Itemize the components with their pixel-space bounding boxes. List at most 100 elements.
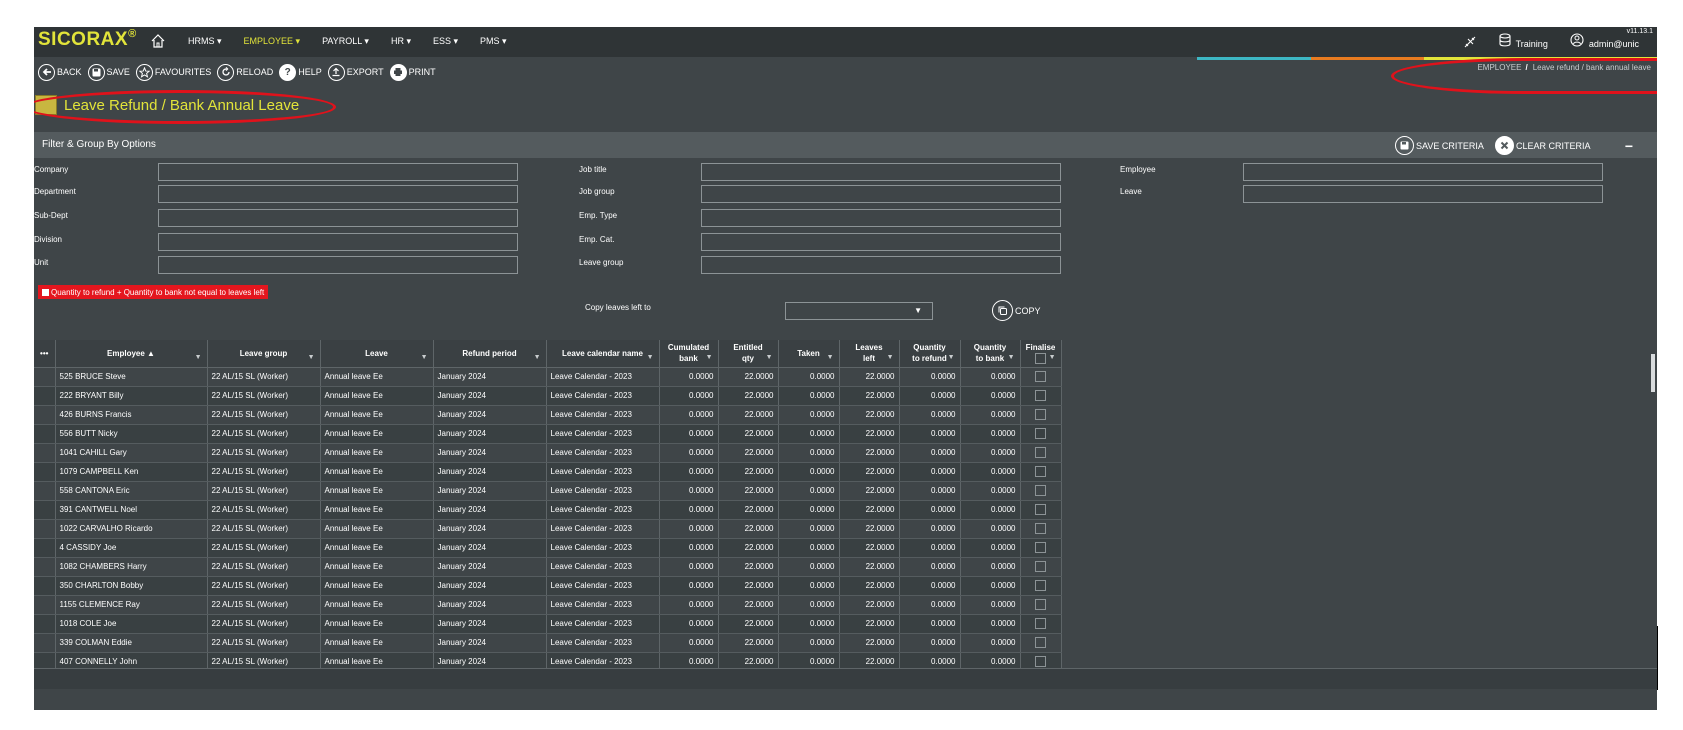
division-field[interactable] (158, 233, 518, 251)
column-header-8[interactable]: Leaves left ▼ (839, 340, 900, 368)
finalise-checkbox[interactable] (1035, 428, 1046, 439)
filter-icon[interactable]: ▼ (421, 352, 428, 363)
table-cell[interactable]: 0.0000 (899, 462, 961, 482)
table-row[interactable]: 525 BRUCE Steve 22 AL/15 SL (Worker) Annua… (34, 367, 1062, 387)
nav-item-0[interactable]: HRMS ▾ (188, 36, 222, 47)
row-handle[interactable] (34, 367, 56, 387)
user-menu[interactable]: admin@unic (1570, 33, 1639, 50)
table-cell[interactable]: 0.0000 (899, 443, 961, 463)
column-header-11[interactable]: Finalise ▼ (1020, 340, 1062, 368)
finalise-checkbox[interactable] (1035, 523, 1046, 534)
filter-icon[interactable]: ▼ (706, 352, 713, 363)
leave-field[interactable] (1243, 185, 1603, 203)
table-cell[interactable]: 0.0000 (960, 424, 1021, 444)
table-cell[interactable]: 0.0000 (960, 595, 1021, 615)
table-row[interactable]: 407 CONNELLY John 22 AL/15 SL (Worker) Ann… (34, 652, 1062, 668)
table-row[interactable]: 339 COLMAN Eddie 22 AL/15 SL (Worker) Annu… (34, 633, 1062, 653)
table-cell[interactable]: 0.0000 (899, 519, 961, 539)
row-handle[interactable] (34, 481, 56, 501)
finalise-checkbox[interactable] (1035, 599, 1046, 610)
job-group-field[interactable] (701, 185, 1061, 203)
nav-item-5[interactable]: PMS ▾ (480, 36, 507, 47)
app-logo[interactable]: SICORAX® (38, 28, 137, 51)
table-cell[interactable]: 0.0000 (960, 443, 1021, 463)
table-row[interactable]: 222 BRYANT Billy 22 AL/15 SL (Worker) Annu… (34, 386, 1062, 406)
row-handle[interactable] (34, 405, 56, 425)
finalise-checkbox[interactable] (1035, 466, 1046, 477)
column-header-1[interactable]: Leave group ▼ (207, 340, 321, 368)
column-header-9[interactable]: Quantity to refund ▼ (899, 340, 961, 368)
row-handle[interactable] (34, 424, 56, 444)
save-button[interactable]: SAVE (87, 63, 130, 81)
filter-icon[interactable]: ▼ (766, 352, 773, 363)
row-handle[interactable] (34, 557, 56, 577)
table-cell[interactable]: 0.0000 (960, 576, 1021, 596)
table-cell[interactable]: 0.0000 (899, 614, 961, 634)
emp-type-field[interactable] (701, 209, 1061, 227)
row-handle[interactable] (34, 595, 56, 615)
row-handle[interactable] (34, 519, 56, 539)
table-row[interactable]: 1082 CHAMBERS Harry 22 AL/15 SL (Worker) A… (34, 557, 1062, 577)
filter-icon[interactable]: ▼ (827, 352, 834, 363)
grid-menu-button[interactable]: ••• (34, 340, 56, 368)
filter-icon[interactable]: ▼ (887, 352, 894, 363)
table-cell[interactable]: 0.0000 (899, 595, 961, 615)
table-cell[interactable]: 0.0000 (899, 481, 961, 501)
mismatch-warning-filter[interactable]: Quantity to refund + Quantity to bank no… (38, 285, 269, 299)
table-cell[interactable]: 0.0000 (899, 386, 961, 406)
row-handle[interactable] (34, 443, 56, 463)
unit-field[interactable] (158, 256, 518, 274)
table-cell[interactable]: 0.0000 (960, 652, 1021, 668)
back-button[interactable]: BACK (38, 63, 82, 81)
row-handle[interactable] (34, 500, 56, 520)
table-cell[interactable]: 0.0000 (960, 462, 1021, 482)
company-field[interactable] (158, 163, 518, 181)
table-row[interactable]: 426 BURNS Francis 22 AL/15 SL (Worker) Ann… (34, 405, 1062, 425)
table-cell[interactable]: 0.0000 (899, 538, 961, 558)
table-cell[interactable]: 0.0000 (899, 633, 961, 653)
table-cell[interactable]: 0.0000 (960, 538, 1021, 558)
home-icon[interactable] (150, 33, 166, 52)
finalise-checkbox[interactable] (1035, 580, 1046, 591)
table-row[interactable]: 558 CANTONA Eric 22 AL/15 SL (Worker) Annu… (34, 481, 1062, 501)
finalise-checkbox[interactable] (1035, 656, 1046, 667)
table-cell[interactable]: 0.0000 (960, 386, 1021, 406)
nav-item-3[interactable]: HR ▾ (391, 36, 411, 47)
column-header-7[interactable]: Taken ▼ (778, 340, 840, 368)
column-header-3[interactable]: Refund period ▼ (433, 340, 547, 368)
table-cell[interactable]: 0.0000 (899, 424, 961, 444)
filter-icon[interactable]: ▼ (1008, 352, 1015, 363)
table-cell[interactable]: 0.0000 (899, 576, 961, 596)
column-header-0[interactable]: Employee ▲ ▼ (55, 340, 208, 368)
finalise-checkbox[interactable] (1035, 390, 1046, 401)
copy-button[interactable]: COPY (992, 300, 1041, 321)
help-button[interactable]: ? HELP (279, 63, 322, 81)
save-criteria-button[interactable]: SAVE CRITERIA (1395, 136, 1484, 155)
filter-icon[interactable]: ▼ (1049, 352, 1056, 363)
table-cell[interactable]: 0.0000 (899, 652, 961, 668)
table-cell[interactable]: 0.0000 (960, 557, 1021, 577)
finalise-checkbox[interactable] (1035, 447, 1046, 458)
table-cell[interactable]: 0.0000 (899, 557, 961, 577)
table-row[interactable]: 4 CASSIDY Joe 22 AL/15 SL (Worker) Annual … (34, 538, 1062, 558)
filter-icon[interactable]: ▼ (647, 352, 654, 363)
table-cell[interactable]: 0.0000 (899, 405, 961, 425)
finalise-checkbox[interactable] (1035, 409, 1046, 420)
row-handle[interactable] (34, 386, 56, 406)
row-handle[interactable] (34, 633, 56, 653)
table-row[interactable]: 556 BUTT Nicky 22 AL/15 SL (Worker) Annual… (34, 424, 1062, 444)
grid-scrollbar-thumb[interactable] (1651, 354, 1655, 392)
table-row[interactable]: 1022 CARVALHO Ricardo 22 AL/15 SL (Worker… (34, 519, 1062, 539)
print-button[interactable]: PRINT (389, 63, 436, 81)
employee-field[interactable] (1243, 163, 1603, 181)
finalise-checkbox[interactable] (1035, 542, 1046, 553)
nav-item-2[interactable]: PAYROLL ▾ (322, 36, 369, 47)
warning-checkbox[interactable] (42, 288, 49, 296)
finalise-checkbox[interactable] (1035, 618, 1046, 629)
table-row[interactable]: 1079 CAMPBELL Ken 22 AL/15 SL (Worker) Ann… (34, 462, 1062, 482)
clear-criteria-button[interactable]: CLEAR CRITERIA (1495, 136, 1591, 155)
table-row[interactable]: 1155 CLEMENCE Ray 22 AL/15 SL (Worker) Ann… (34, 595, 1062, 615)
column-header-2[interactable]: Leave ▼ (320, 340, 434, 368)
row-handle[interactable] (34, 614, 56, 634)
table-cell[interactable]: 0.0000 (960, 519, 1021, 539)
